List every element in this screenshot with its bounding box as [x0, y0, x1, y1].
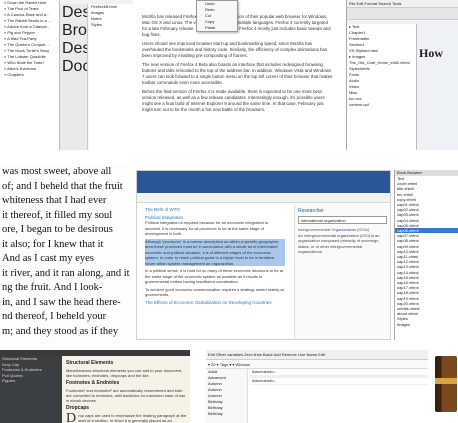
book-icon	[435, 356, 457, 412]
article-paragraph: The new version of Firefox 4 Beta also b…	[142, 62, 333, 85]
book-line: nd thereof, I beheld your	[2, 311, 107, 322]
researcher-pane: Researcher international organization In…	[294, 205, 390, 339]
section-text: Drop caps are used to emphasize the lead…	[66, 411, 187, 423]
outline-item[interactable]: Figures	[0, 378, 62, 384]
preview-heading: How	[419, 46, 443, 60]
menubar[interactable]: File Edit Format Search Tools	[347, 0, 458, 8]
word-window: The Birth of WTO Political Integration P…	[136, 170, 391, 340]
book-line: m; and they stood as if they	[2, 325, 119, 337]
folder-item[interactable]: Documents	[60, 58, 87, 76]
book-line: was most sweet, above all	[2, 166, 112, 177]
menu-item[interactable]: Paste	[197, 25, 237, 31]
file-item[interactable]: Styles	[89, 22, 133, 28]
section-heading: Structural Elements	[66, 360, 114, 366]
message-list: Adomuendo... Adomuendo...	[250, 369, 428, 423]
filter-bar[interactable]: ▾ 20 ▾ Tags ▾ ▾ Window	[206, 360, 428, 369]
doc-paragraph-highlighted: Although "provinces" is a narrow descrip…	[145, 238, 285, 266]
file-browser-panel: Desk BrowserDesktopDocuments Firefox4B.h…	[60, 0, 133, 150]
table-row[interactable]: Adomuendo...	[250, 378, 428, 385]
section-heading: Footnotes & Endnotes	[66, 380, 120, 386]
document-body[interactable]: The Birth of WTO Political Integration P…	[145, 205, 285, 339]
ribbon-tabs[interactable]	[137, 193, 390, 203]
pane-title: Researcher	[298, 208, 324, 214]
folder-sidebar: Adult Advanced Autumn Autumn Autumn Birthday B…	[206, 369, 248, 423]
toolbar[interactable]	[347, 8, 458, 20]
doc-paragraph: To achieve good economic communication r…	[145, 286, 284, 298]
book-line: it also; for I knew that it	[2, 238, 104, 250]
article-window: Mozilla has released Firefox 4 beta, its…	[136, 0, 340, 150]
section-text: Miscellaneous structural elements you ca…	[66, 368, 183, 378]
book-line: it river, and it ran along, and it was	[2, 267, 130, 279]
doc-heading-2: The Effects of Economic Globalization on…	[145, 299, 272, 305]
toolbar[interactable]: Edit Other variables Zero lines Basic Ad…	[206, 350, 428, 360]
context-menu[interactable]: Undo Redo Cut Copy Paste	[196, 0, 238, 32]
book-line: ore, I began to be desirous	[2, 224, 113, 235]
table-row[interactable]: Adomuendo...	[250, 369, 428, 376]
folder-item[interactable]: Desktop	[60, 40, 87, 58]
doc-paragraph: In a political sense, it is hard for so …	[145, 268, 284, 284]
folder-item[interactable]: Desk Browser	[60, 4, 87, 40]
pane-result-text: An intergovernmental organization (IGO) …	[298, 232, 380, 255]
book-line: whiteness that I had ever	[2, 195, 107, 206]
mail-window: Edit Other variables Zero lines Basic Ad…	[206, 350, 428, 423]
article-paragraph: Mozilla has released Firefox 4 beta, its…	[142, 14, 331, 37]
article-paragraph: Before the final version of Firefox 4 is…	[142, 89, 325, 112]
doc-paragraph: Political integration is required becaus…	[145, 220, 269, 236]
section-heading: Dropcaps	[66, 405, 90, 411]
file-list-pane: Firefox4B.html Images Notes Styles	[89, 4, 133, 150]
toc-panel: » Down the Rabbit Hole» The Pool of Tear…	[0, 0, 60, 150]
book-band	[435, 378, 457, 384]
article-paragraph: Users should see improved browser start-…	[142, 41, 328, 58]
pane-search-input[interactable]: international organization	[298, 216, 387, 224]
writer-body[interactable]: Structural Elements Miscellaneous struct…	[66, 358, 188, 423]
book-line: of; and I beheld that the fruit	[2, 180, 123, 192]
section-text: Footnotes¹ and endnotes² are automatical…	[66, 388, 186, 403]
ribbon[interactable]	[137, 171, 390, 193]
epub-editor-window: File Edit Format Search Tools ▸ Text Cha…	[346, 0, 458, 150]
book-line	[0, 339, 130, 347]
book-page-image: was most sweet, above all of; and I behel…	[0, 165, 130, 347]
tree-item[interactable]: content.opf	[347, 102, 416, 108]
file-tree-pane: Desk BrowserDesktopDocuments	[60, 4, 88, 150]
drop-cap: D	[66, 411, 77, 423]
book-app-icon	[432, 352, 458, 423]
doc-heading: The Birth of WTO	[145, 207, 180, 212]
book-line: ng the fruit. And I look-	[2, 282, 103, 293]
book-line: And as I cast my eyes	[2, 253, 94, 264]
book-line: in, and I saw the head there-	[2, 296, 121, 308]
book-tree[interactable]: ▸ Text Chapter1 Frontmatter Section1 VS.…	[347, 24, 417, 150]
list-item[interactable]: Images	[395, 322, 458, 327]
outline-sidebar: Structural Elements Drop Cap Footnotes & E…	[0, 356, 62, 423]
book-line: it thereof, it filled my soul	[2, 209, 113, 221]
toc-item[interactable]: » Chapters	[0, 72, 59, 78]
writer-window: Structural Elements Drop Cap Footnotes & E…	[0, 350, 190, 423]
book-browser-list: Book Browser Text cover.xhtml title.xhtml t…	[394, 170, 458, 340]
folder-item[interactable]: Birthday	[206, 411, 247, 417]
